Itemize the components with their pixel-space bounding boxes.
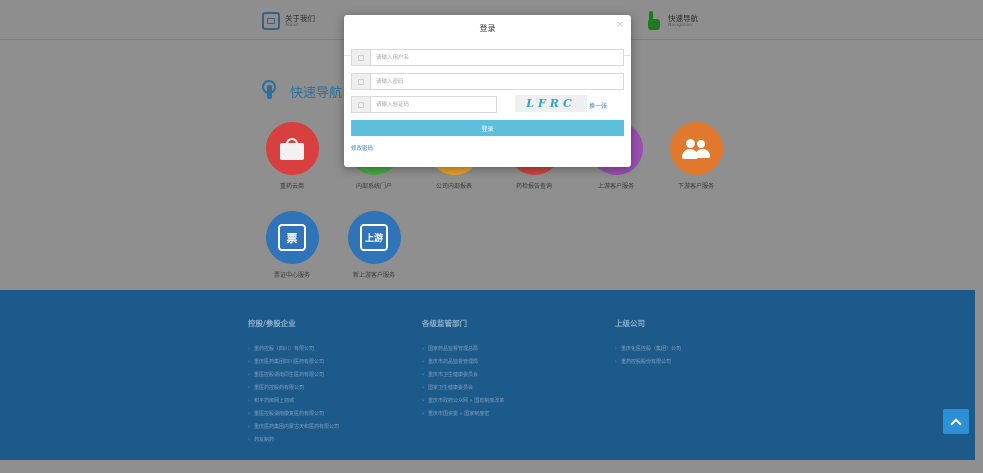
ticket-icon: 票 — [265, 211, 319, 264]
footer-col-title: 上级公司 — [615, 319, 645, 328]
quick-nav-label: 新上游客户服务 — [352, 272, 395, 279]
password-field — [351, 73, 624, 90]
upstream-glyph: 上游 — [360, 224, 388, 251]
nav-about-sublabel: About — [285, 22, 299, 28]
change-password-link[interactable]: 修改密码 — [351, 144, 373, 152]
footer-link[interactable]: 重庆医药集团四川医药有限公司 — [248, 356, 339, 369]
quick-nav-label: 票证中心服务 — [273, 272, 310, 279]
captcha-image[interactable]: LFRC — [515, 95, 587, 112]
footer-link[interactable]: 重庆市卫生健康委员会 — [422, 369, 504, 382]
quick-nav-label: 药检报告查询 — [515, 183, 552, 190]
footer-link[interactable]: 重庆市政府公众网 » 国有制度改革 — [422, 395, 504, 408]
nav-quicknav-sublabel: Navigation — [668, 22, 693, 28]
footer-link[interactable]: 重药控股（四川）有限公司 — [248, 343, 339, 356]
nav-quicknav[interactable]: 快速导航 Navigation — [646, 10, 698, 32]
footer-col-parent: 上级公司 重庆化医控股（集团）公司 重药控股股份有限公司 — [615, 318, 681, 369]
footer-link[interactable]: 重医药控股药有限公司 — [248, 382, 339, 395]
captcha-input[interactable] — [371, 97, 496, 112]
footer-col-regulators: 各级监管部门 国家药品监督管理总局 重庆市药品监督管理局 重庆市卫生健康委员会 … — [422, 318, 504, 421]
footer-col-title: 控股/参股企业 — [248, 319, 296, 328]
quick-nav-label: 内部系统门户 — [355, 183, 392, 190]
monitor-icon — [262, 12, 280, 30]
footer-link[interactable]: 和平药房网上商城 — [248, 395, 339, 408]
quick-nav-item[interactable]: 上游 新上游客户服务 — [334, 211, 414, 279]
back-to-top-button[interactable] — [943, 409, 969, 434]
ticket-glyph: 票 — [278, 224, 306, 251]
nav-about[interactable]: 关于我们 About — [262, 10, 315, 32]
close-icon[interactable]: × — [616, 20, 624, 30]
people-icon — [669, 122, 723, 175]
footer-col-subsidiaries: 控股/参股企业 重药控股（四川）有限公司 重庆医药集团四川医药有限公司 重医控股… — [248, 318, 339, 447]
chevron-up-icon — [950, 417, 962, 430]
footer-bottom-strip — [0, 460, 983, 473]
quick-nav-label: 上游客户服务 — [597, 183, 634, 190]
nav-quicknav-label: 快速导航 — [668, 13, 698, 23]
user-icon — [352, 50, 371, 65]
quick-nav-label: 公司内部报表 — [435, 183, 472, 190]
footer-link[interactable]: 重庆医药集团内蒙古天和医药有限公司 — [248, 421, 339, 434]
touch-hand-icon — [262, 80, 282, 102]
footer-link[interactable]: 国家药品监督管理总局 — [422, 343, 504, 356]
quick-nav-item[interactable]: 下游客户服务 — [656, 122, 736, 190]
login-button[interactable]: 登录 — [351, 120, 624, 136]
quick-nav-label: 重药云商 — [279, 183, 304, 190]
captcha-field — [351, 96, 497, 113]
quick-nav-title: 快速导航 — [262, 80, 342, 102]
login-modal: 登录 × LFRC 换一张 登录 修改密码 — [344, 15, 631, 167]
footer: 控股/参股企业 重药控股（四川）有限公司 重庆医药集团四川医药有限公司 重医控股… — [0, 290, 975, 460]
captcha-refresh-link[interactable]: 换一张 — [589, 101, 607, 110]
quick-nav-item[interactable]: 重药云商 — [252, 122, 332, 190]
footer-link[interactable]: 药友制药 — [248, 434, 339, 447]
password-input[interactable] — [371, 74, 623, 89]
footer-col-title: 各级监管部门 — [422, 319, 467, 328]
username-field — [351, 49, 624, 66]
quick-nav-title-text: 快速导航 — [290, 85, 343, 101]
shield-icon — [352, 97, 371, 112]
footer-link[interactable]: 重庆市药品监督管理局 — [422, 356, 504, 369]
footer-link[interactable]: 重药控股股份有限公司 — [615, 356, 681, 369]
captcha-text: LFRC — [526, 97, 576, 110]
quick-nav-label: 下游客户服务 — [677, 183, 714, 190]
lock-icon — [352, 74, 371, 89]
modal-title: 登录 — [479, 24, 496, 33]
pointing-hand-icon — [646, 11, 662, 31]
footer-link[interactable]: 重庆化医控股（集团）公司 — [615, 343, 681, 356]
shopping-bag-icon — [265, 122, 319, 175]
nav-about-label: 关于我们 — [285, 13, 315, 23]
username-input[interactable] — [371, 50, 623, 65]
footer-link[interactable]: 国家卫生健康委员会 — [422, 382, 504, 395]
footer-link[interactable]: 重庆市国资委 » 国家制度密 — [422, 408, 504, 421]
quick-nav-item[interactable]: 票 票证中心服务 — [252, 211, 332, 279]
new-upstream-icon: 上游 — [347, 211, 401, 264]
footer-link[interactable]: 重医控股湖南康复医药有限公司 — [248, 408, 339, 421]
footer-link[interactable]: 重医控股湖南同生医药有限公司 — [248, 369, 339, 382]
